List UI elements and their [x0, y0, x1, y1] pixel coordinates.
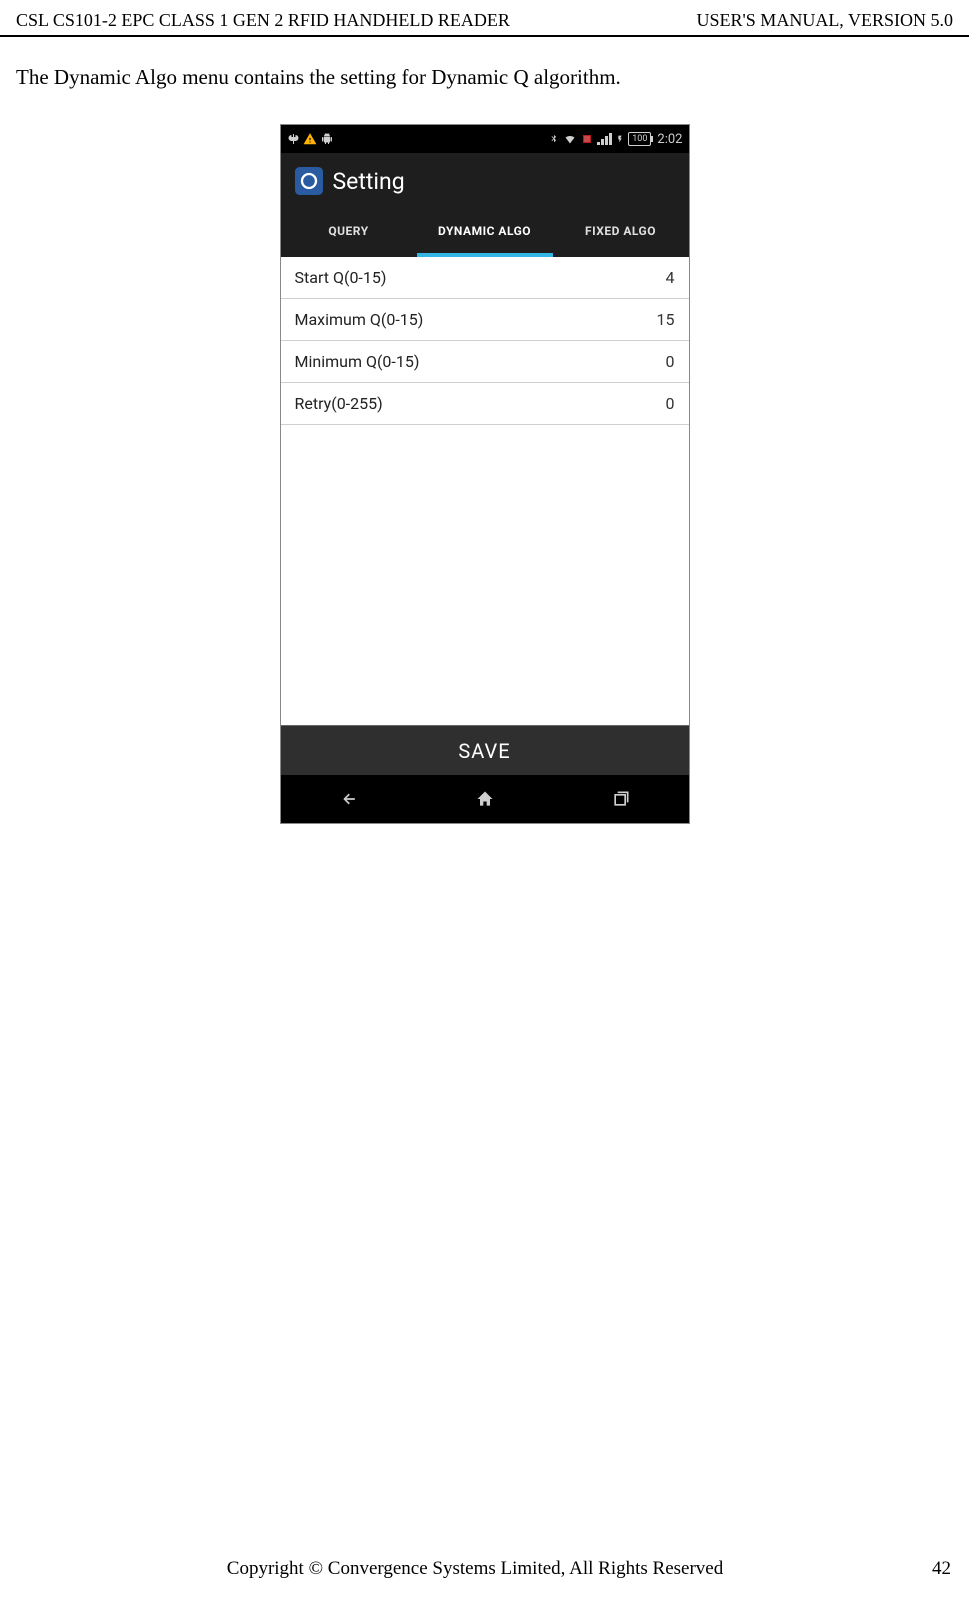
footer-copyright: Copyright © Convergence Systems Limited,…: [227, 1558, 723, 1580]
battery-icon: 100: [628, 132, 651, 146]
bluetooth-icon: [549, 133, 559, 145]
nav-bar: [281, 775, 689, 823]
back-icon[interactable]: [337, 789, 361, 809]
page-header: CSL CS101-2 EPC CLASS 1 GEN 2 RFID HANDH…: [0, 0, 969, 37]
tab-dynamic-algo[interactable]: DYNAMIC ALGO: [417, 209, 553, 257]
row-min-q[interactable]: Minimum Q(0-15) 0: [281, 341, 689, 383]
phone-screenshot: 100 2:02 Setting QUERY DYNAMIC ALGO FIXE…: [280, 124, 690, 824]
row-value: 0: [615, 394, 675, 413]
app-icon: [295, 167, 323, 195]
recent-icon[interactable]: [609, 789, 633, 809]
body-text: The Dynamic Algo menu contains the setti…: [0, 37, 969, 114]
page-footer: Copyright © Convergence Systems Limited,…: [0, 1558, 969, 1580]
row-value: 15: [615, 310, 675, 329]
signal-icon: [597, 133, 612, 145]
lightning-icon: [616, 133, 624, 145]
android-icon: [321, 133, 333, 145]
row-label: Maximum Q(0-15): [295, 310, 424, 329]
row-label: Minimum Q(0-15): [295, 352, 420, 371]
tab-query[interactable]: QUERY: [281, 209, 417, 257]
wifi-icon: [563, 133, 577, 145]
warning-icon: [303, 132, 317, 146]
screenshot-container: 100 2:02 Setting QUERY DYNAMIC ALGO FIXE…: [0, 124, 969, 824]
action-bar: Setting: [281, 153, 689, 209]
save-button[interactable]: SAVE: [281, 725, 689, 775]
footer-page: 42: [932, 1558, 951, 1580]
page-title: Setting: [333, 168, 405, 195]
header-right: USER'S MANUAL, VERSION 5.0: [697, 10, 953, 31]
status-bar: 100 2:02: [281, 125, 689, 153]
psi-icon: [287, 133, 299, 145]
row-label: Retry(0-255): [295, 394, 383, 413]
row-start-q[interactable]: Start Q(0-15) 4: [281, 257, 689, 299]
row-max-q[interactable]: Maximum Q(0-15) 15: [281, 299, 689, 341]
row-value: 4: [615, 268, 675, 287]
row-label: Start Q(0-15): [295, 268, 387, 287]
status-right-icons: 100 2:02: [549, 132, 682, 147]
status-time: 2:02: [657, 132, 682, 147]
network-icon: [581, 133, 593, 145]
tab-bar: QUERY DYNAMIC ALGO FIXED ALGO: [281, 209, 689, 257]
tab-fixed-algo[interactable]: FIXED ALGO: [553, 209, 689, 257]
status-left-icons: [287, 132, 333, 146]
home-icon[interactable]: [473, 789, 497, 809]
settings-list: Start Q(0-15) 4 Maximum Q(0-15) 15 Minim…: [281, 257, 689, 725]
row-retry[interactable]: Retry(0-255) 0: [281, 383, 689, 425]
row-value: 0: [615, 352, 675, 371]
header-left: CSL CS101-2 EPC CLASS 1 GEN 2 RFID HANDH…: [16, 10, 510, 31]
